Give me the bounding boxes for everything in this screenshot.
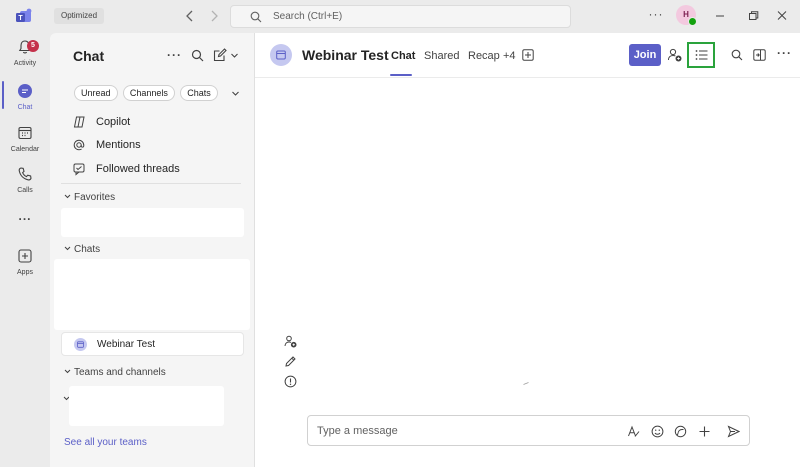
send-icon[interactable]: [727, 425, 740, 438]
new-chat-icon[interactable]: [213, 48, 227, 62]
list-icon[interactable]: [695, 49, 708, 61]
see-all-teams-link[interactable]: See all your teams: [64, 437, 147, 448]
add-tab-icon[interactable]: [522, 49, 534, 61]
conversation-title: Webinar Test: [302, 47, 389, 63]
rail-item-activity[interactable]: 5 Activity: [0, 37, 50, 77]
search-icon: [250, 11, 262, 23]
header-divider: [255, 77, 800, 78]
quick-link-followed-threads[interactable]: Followed threads: [61, 158, 241, 180]
global-search-box[interactable]: Search (Ctrl+E): [230, 5, 571, 28]
plus-icon[interactable]: [698, 425, 711, 438]
section-chats[interactable]: Chats: [64, 244, 100, 255]
quick-link-label: Mentions: [96, 139, 141, 151]
chat-list-pane: Chat ··· Unread Channels Chats Copilot M…: [50, 33, 254, 467]
calendar-icon: [18, 126, 32, 140]
phone-icon: [18, 167, 32, 181]
filters-chevron-down-icon[interactable]: [231, 89, 240, 98]
search-placeholder: Search (Ctrl+E): [273, 11, 343, 22]
restore-icon[interactable]: [745, 9, 761, 23]
tab-shared[interactable]: Shared: [424, 49, 459, 63]
rail-label-chat: Chat: [17, 104, 33, 111]
teams-list: [69, 386, 224, 426]
active-tab-indicator: [390, 74, 412, 76]
favorites-list: [61, 208, 244, 237]
meeting-chat-icon: [74, 338, 87, 351]
chat-item-webinar-test[interactable]: Webinar Test: [61, 332, 244, 356]
section-favorites-label: Favorites: [74, 192, 116, 203]
rail-label-calendar: Calendar: [10, 146, 40, 153]
more-apps-icon[interactable]: ...: [0, 209, 50, 223]
title-bar: T Optimized Search (Ctrl+E) ··· H: [0, 0, 800, 33]
loop-component-icon[interactable]: [674, 425, 687, 438]
chevron-down-icon: [64, 246, 71, 251]
pop-out-icon[interactable]: [753, 49, 766, 61]
rail-item-chat[interactable]: Chat: [0, 81, 50, 121]
tab-more[interactable]: +4: [503, 49, 516, 63]
chevron-down-icon[interactable]: [230, 51, 239, 60]
format-icon[interactable]: [627, 425, 640, 438]
back-arrow-icon[interactable]: [182, 8, 198, 24]
forward-arrow-icon[interactable]: [206, 8, 222, 24]
chat-list-title: Chat: [73, 48, 105, 64]
chat-filters: Unread Channels Chats: [74, 85, 220, 101]
rail-item-apps[interactable]: Apps: [0, 246, 50, 286]
rail-item-calendar[interactable]: Calendar: [0, 123, 50, 163]
meeting-avatar: [270, 44, 292, 66]
participants-icon[interactable]: [667, 48, 683, 62]
tab-chat[interactable]: Chat: [391, 49, 415, 63]
divider: [61, 183, 241, 184]
section-favorites[interactable]: Favorites: [64, 192, 115, 203]
join-button[interactable]: Join: [629, 44, 661, 66]
section-teams-label: Teams and channels: [74, 367, 166, 378]
activity-badge: 5: [27, 40, 39, 52]
add-app-icon: [18, 249, 32, 263]
info-icon[interactable]: [284, 375, 297, 388]
conversation-pane: Webinar Test Chat Shared Recap +4 Join ·…: [254, 33, 800, 467]
chevron-down-icon: [64, 194, 71, 199]
rail-label-calls: Calls: [17, 187, 33, 194]
rail-label-apps: Apps: [17, 269, 33, 276]
emoji-icon[interactable]: [651, 425, 664, 438]
calendar-icon: [276, 50, 286, 60]
quick-link-label: Copilot: [96, 116, 131, 128]
chat-list-more-icon[interactable]: ···: [167, 48, 181, 62]
followed-threads-icon: [73, 163, 85, 176]
filter-channels[interactable]: Channels: [122, 85, 175, 101]
section-chats-label: Chats: [74, 244, 101, 255]
rail-label-activity: Activity: [13, 60, 37, 67]
quick-link-copilot[interactable]: Copilot: [61, 111, 241, 133]
add-participant-icon[interactable]: [284, 335, 297, 348]
filter-chats[interactable]: Chats: [180, 85, 218, 101]
chevron-down-icon: [64, 369, 71, 374]
chat-search-icon[interactable]: [191, 49, 204, 62]
optimized-badge: Optimized: [54, 8, 105, 24]
loading-indicator: [523, 382, 529, 385]
app-rail: 5 Activity Chat Calendar Calls ... Apps: [0, 33, 50, 467]
search-in-chat-icon[interactable]: [731, 49, 743, 61]
at-icon: [73, 139, 85, 151]
svg-text:T: T: [18, 15, 23, 22]
message-input[interactable]: [317, 422, 617, 440]
more-options-icon[interactable]: ···: [647, 7, 665, 25]
quick-link-label: Followed threads: [96, 163, 180, 175]
teams-logo-icon: T: [16, 8, 32, 22]
filter-unread[interactable]: Unread: [74, 85, 118, 101]
conversation-more-icon[interactable]: ···: [777, 46, 792, 60]
edit-icon[interactable]: [284, 355, 297, 368]
tab-recap[interactable]: Recap: [468, 49, 500, 63]
chat-icon: [18, 84, 32, 98]
close-icon[interactable]: [774, 9, 790, 23]
quick-link-mentions[interactable]: Mentions: [61, 134, 241, 156]
chats-list: [54, 259, 250, 330]
rail-item-calls[interactable]: Calls: [0, 164, 50, 204]
message-compose-box[interactable]: [307, 415, 750, 446]
copilot-icon: [73, 116, 85, 128]
presence-available-icon: [688, 17, 697, 26]
section-teams-and-channels[interactable]: Teams and channels: [64, 367, 166, 378]
chat-item-label: Webinar Test: [97, 339, 155, 350]
minimize-icon[interactable]: [712, 9, 728, 23]
